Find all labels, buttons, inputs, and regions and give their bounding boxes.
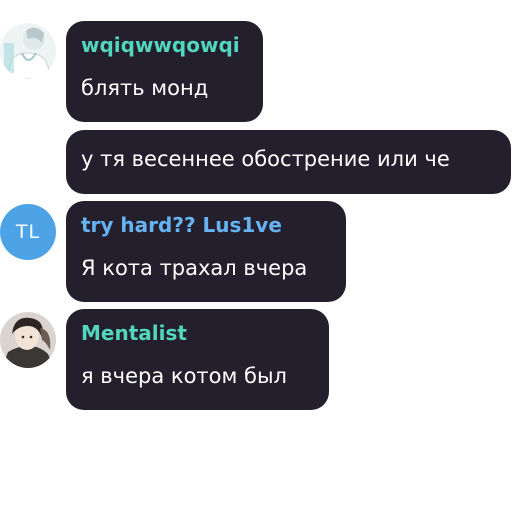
sender-name[interactable]: wqiqwwqowqi xyxy=(81,33,240,57)
message-bubble: wqiqwwqowqi блять монд xyxy=(66,21,263,122)
message-text: блять монд xyxy=(81,76,209,100)
message-text: я вчера котом был xyxy=(81,364,287,388)
anime-nurse-avatar-icon xyxy=(0,23,56,79)
avatar-mentalist[interactable] xyxy=(0,312,56,368)
message-bubble: try hard?? Lus1ve Я кота трахал вчера xyxy=(66,201,346,302)
avatar-initials: TL xyxy=(15,221,41,243)
sender-name[interactable]: Mentalist xyxy=(81,321,187,345)
message-bubble: Mentalist я вчера котом был xyxy=(66,309,329,410)
message-text: у тя весеннее обострение или че xyxy=(81,147,450,171)
avatar-wqiqwwqowqi[interactable] xyxy=(0,23,56,79)
message-text: Я кота трахал вчера xyxy=(81,256,308,280)
message-bubble: у тя весеннее обострение или че xyxy=(66,130,511,194)
anime-man-avatar-icon xyxy=(0,312,56,368)
avatar-try-hard[interactable]: TL xyxy=(0,204,56,260)
sender-name[interactable]: try hard?? Lus1ve xyxy=(81,213,282,237)
